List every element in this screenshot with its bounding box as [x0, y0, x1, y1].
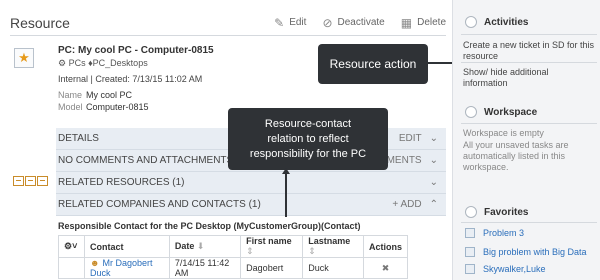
edit-button[interactable]: ✎ Edit	[274, 16, 306, 30]
chevron-down-icon[interactable]: ⌄	[430, 133, 438, 144]
favorite-icon	[465, 228, 475, 238]
tooltip-arrow-line	[285, 170, 287, 217]
relation-tooltip: Resource-contact relation to reflect res…	[228, 108, 388, 170]
workspace-hint: All your unsaved tasks are automatically…	[463, 140, 569, 172]
attr-model-value: Computer-0815	[86, 102, 149, 112]
resource-icon	[13, 176, 24, 186]
toggle-info-link[interactable]: Show/ hide additional information	[463, 67, 595, 89]
edit-icon: ✎	[274, 15, 285, 30]
favorite-item[interactable]: Skywalker,Luke	[465, 264, 546, 274]
chevron-down-icon[interactable]: ⌄	[430, 177, 438, 188]
delete-button[interactable]: ▦ Delete	[401, 16, 446, 30]
page-title: Resource	[10, 14, 70, 31]
firstname-cell: Dagobert	[240, 257, 304, 279]
contact-cell[interactable]: ☻ Mr Dagobert Duck	[84, 257, 170, 279]
resource-attributes: Name My cool PC Model Computer-0815	[58, 89, 149, 113]
gear-icon: ⚙	[64, 241, 73, 251]
resource-icon	[25, 176, 36, 186]
favorites-heading[interactable]: Favorites	[465, 206, 528, 218]
workspace-heading[interactable]: Workspace	[465, 106, 537, 118]
chevron-down-icon: ˅	[72, 241, 78, 251]
add-contact-button[interactable]: + Add	[392, 199, 421, 210]
column-header-actions: Actions	[362, 235, 409, 258]
resource-icon	[37, 176, 48, 186]
favorite-item[interactable]: Big problem with Big Data	[465, 247, 587, 257]
table-settings-button[interactable]: ⚙˅	[58, 235, 85, 258]
resource-header: Resource ✎ Edit ⊘ Deactivate ▦ Delete	[10, 10, 446, 36]
table-header-row: ⚙˅ Contact Date ⬇ First name ⇕ Lastname …	[58, 235, 409, 258]
column-header-contact[interactable]: Contact	[84, 235, 170, 258]
lastname-cell: Duck	[302, 257, 364, 279]
related-resources-controls: ⌄	[422, 177, 438, 188]
trash-icon: ▦	[400, 15, 413, 30]
column-header-lastname[interactable]: Lastname ⇕	[302, 235, 364, 258]
resource-meta: Internal | Created: 7/13/15 11:02 AM	[58, 74, 203, 84]
attr-model-key: Model	[58, 102, 83, 112]
chevron-up-icon[interactable]: ⌃	[430, 199, 438, 210]
contact-table-caption: Responsible Contact for the PC Desktop (…	[58, 221, 361, 231]
tooltip-arrow-head	[282, 168, 290, 174]
favorite-icon	[465, 247, 475, 257]
section-related-contacts[interactable]: RELATED COMPANIES AND CONTACTS (1) + Add…	[56, 194, 446, 216]
resource-title: PC: My cool PC - Computer-0815	[58, 45, 214, 56]
favorite-icon	[465, 264, 475, 274]
attr-name-value: My cool PC	[86, 90, 133, 100]
favorite-star-button[interactable]: ★	[14, 48, 34, 68]
chevron-down-icon[interactable]: ⌄	[430, 155, 438, 166]
divider	[461, 123, 597, 124]
activities-heading[interactable]: Activities	[465, 16, 528, 28]
close-icon: ✖	[381, 262, 390, 273]
resource-categories: ⚙ PCs ♦PC_Desktops	[58, 58, 148, 68]
divider	[461, 62, 597, 63]
deactivate-icon: ⊘	[322, 15, 333, 30]
deactivate-button[interactable]: ⊘ Deactivate	[322, 16, 384, 30]
favorites-icon	[465, 206, 477, 218]
attr-name-key: Name	[58, 90, 83, 100]
related-resources-icons	[13, 176, 49, 186]
category-icon: ⚙	[58, 58, 69, 68]
tooltip-arrow-line	[428, 62, 452, 64]
contact-icon: ☻	[90, 258, 100, 268]
related-contacts-controls: + Add ⌃	[384, 199, 438, 210]
resource-action-tooltip: Resource action	[318, 44, 428, 84]
workspace-empty-text: Workspace is empty	[463, 128, 544, 138]
main-panel: Resource ✎ Edit ⊘ Deactivate ▦ Delete ★ PC:…	[0, 0, 452, 280]
star-icon: ★	[18, 50, 30, 65]
workspace-icon	[465, 106, 477, 118]
sort-desc-icon: ⬇	[196, 241, 205, 251]
divider	[461, 222, 597, 223]
contacts-table: ⚙˅ Contact Date ⬇ First name ⇕ Lastname …	[58, 235, 409, 279]
date-cell: 7/14/15 11:42 AM	[168, 257, 242, 279]
section-related-resources[interactable]: RELATED RESOURCES (1) ⌄	[56, 172, 446, 194]
right-sidebar: Activities Create a new ticket in SD for…	[452, 0, 600, 280]
sort-icon: ⇕	[308, 246, 316, 256]
column-header-date[interactable]: Date ⬇	[168, 235, 242, 258]
create-ticket-link[interactable]: Create a new ticket in SD for this resou…	[463, 40, 595, 62]
column-header-firstname[interactable]: First name ⇕	[240, 235, 304, 258]
sort-icon: ⇕	[246, 246, 254, 256]
activities-icon	[465, 16, 477, 28]
remove-contact-button[interactable]: ✖	[362, 257, 409, 279]
table-row: ☻ Mr Dagobert Duck 7/14/15 11:42 AM Dagob…	[58, 257, 409, 279]
divider	[461, 34, 597, 35]
favorite-item[interactable]: Problem 3	[465, 228, 524, 238]
